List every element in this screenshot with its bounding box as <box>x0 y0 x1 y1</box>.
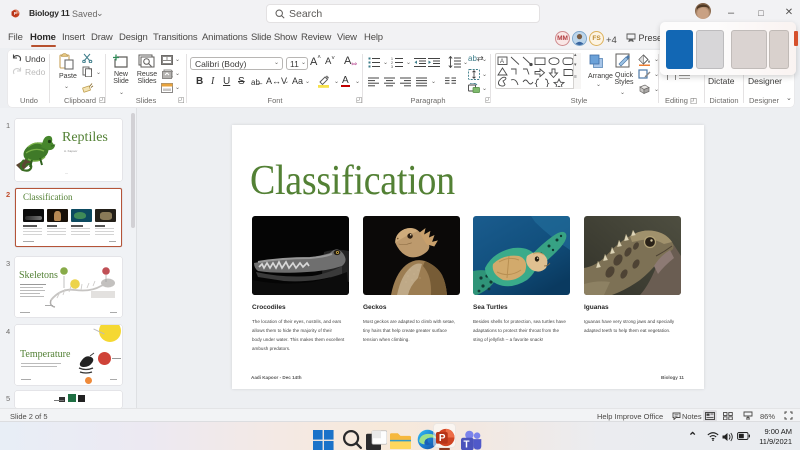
svg-text:T: T <box>464 440 470 450</box>
svg-text:A: A <box>500 59 504 65</box>
svg-text:3: 3 <box>391 65 393 68</box>
svg-text:P: P <box>13 10 16 15</box>
svg-text:P: P <box>439 433 446 444</box>
